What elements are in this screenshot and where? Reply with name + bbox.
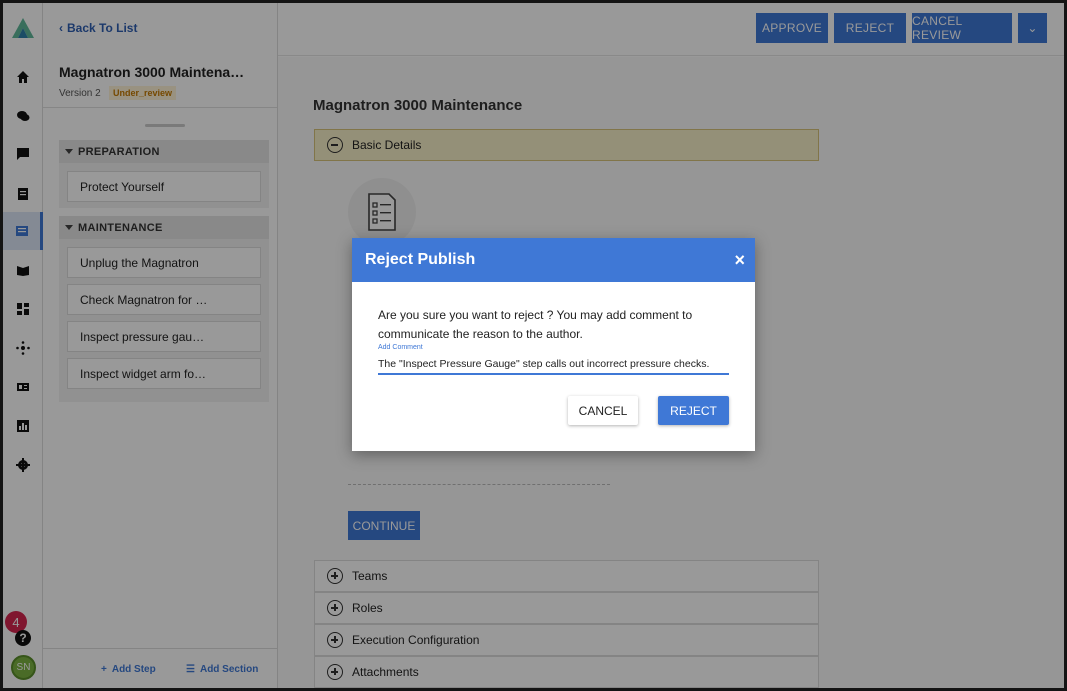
cancel-button[interactable]: CANCEL [568, 396, 638, 425]
dialog-header: Reject Publish × [352, 238, 755, 282]
dialog-title: Reject Publish [365, 251, 476, 268]
comment-input[interactable] [378, 355, 729, 375]
dialog-message: Are you sure you want to reject ? You ma… [378, 308, 693, 341]
comment-label: Add Comment [378, 344, 423, 351]
reject-button[interactable]: REJECT [658, 396, 729, 425]
close-icon[interactable]: × [734, 250, 745, 271]
reject-publish-dialog: Reject Publish × Are you sure you want t… [352, 238, 755, 451]
